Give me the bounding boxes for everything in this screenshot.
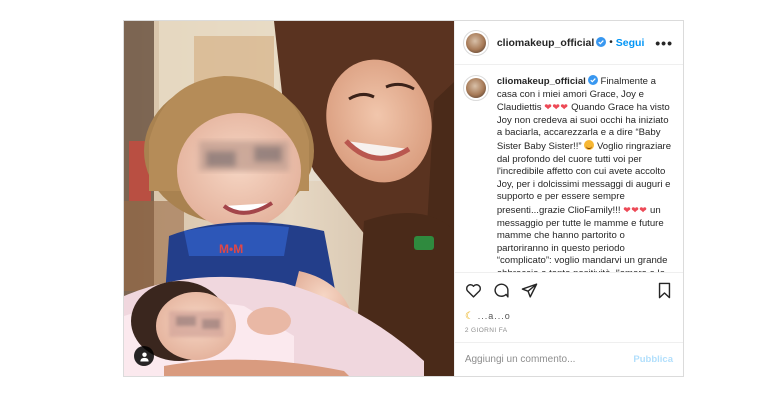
- avatar[interactable]: [462, 29, 489, 56]
- caption-area: cliomakeup_official Finalmente a casa co…: [455, 65, 683, 272]
- post-timestamp[interactable]: 2 GIORNI FA: [455, 324, 683, 342]
- username-text[interactable]: cliomakeup_official: [497, 37, 594, 49]
- publish-button[interactable]: Pubblica: [633, 354, 673, 365]
- comment-input[interactable]: [464, 354, 634, 365]
- moon-emoji-icon: ☾: [464, 310, 474, 322]
- add-comment-bar: Pubblica: [454, 342, 683, 376]
- smile-emoji-icon: [584, 139, 595, 150]
- heart-emoji-group: ❤❤❤: [623, 204, 648, 215]
- separator-dot: •: [609, 37, 613, 48]
- like-button[interactable]: [465, 282, 482, 299]
- header-username[interactable]: cliomakeup_official: [497, 36, 607, 49]
- user-tag-icon: [139, 351, 149, 362]
- photo-illustration: M•M: [124, 21, 454, 376]
- heart-emoji-group: ❤❤❤: [544, 102, 569, 113]
- bookmark-icon: [658, 282, 671, 299]
- verified-badge-icon: [596, 36, 607, 47]
- svg-text:M•M: M•M: [219, 242, 243, 256]
- post-caption: cliomakeup_official Finalmente a casa co…: [497, 75, 673, 272]
- post-header: cliomakeup_official • Segui •••: [454, 21, 683, 65]
- share-button[interactable]: [521, 282, 538, 299]
- comment-button[interactable]: [493, 282, 510, 299]
- paper-plane-icon: [521, 283, 538, 298]
- more-options-icon[interactable]: •••: [655, 36, 673, 50]
- verified-badge-icon: [587, 75, 598, 85]
- post-side-panel: cliomakeup_official • Segui ••• cliomake…: [453, 21, 683, 376]
- heart-outline-icon: [465, 284, 481, 298]
- speech-bubble-icon: [494, 283, 509, 298]
- action-bar: [454, 272, 683, 308]
- user-tag-button[interactable]: [134, 346, 154, 366]
- follow-button[interactable]: Segui: [616, 37, 645, 49]
- save-button[interactable]: [656, 282, 673, 299]
- likes-text[interactable]: ...a...o: [478, 311, 511, 321]
- caption-avatar[interactable]: [462, 75, 489, 101]
- post-photo[interactable]: M•M: [124, 21, 454, 376]
- caption-username[interactable]: cliomakeup_official: [497, 76, 586, 87]
- likes-row: ☾ ...a...o: [455, 308, 683, 324]
- instagram-post: M•M cliomakeup_official • Segui ••• clio…: [123, 20, 684, 377]
